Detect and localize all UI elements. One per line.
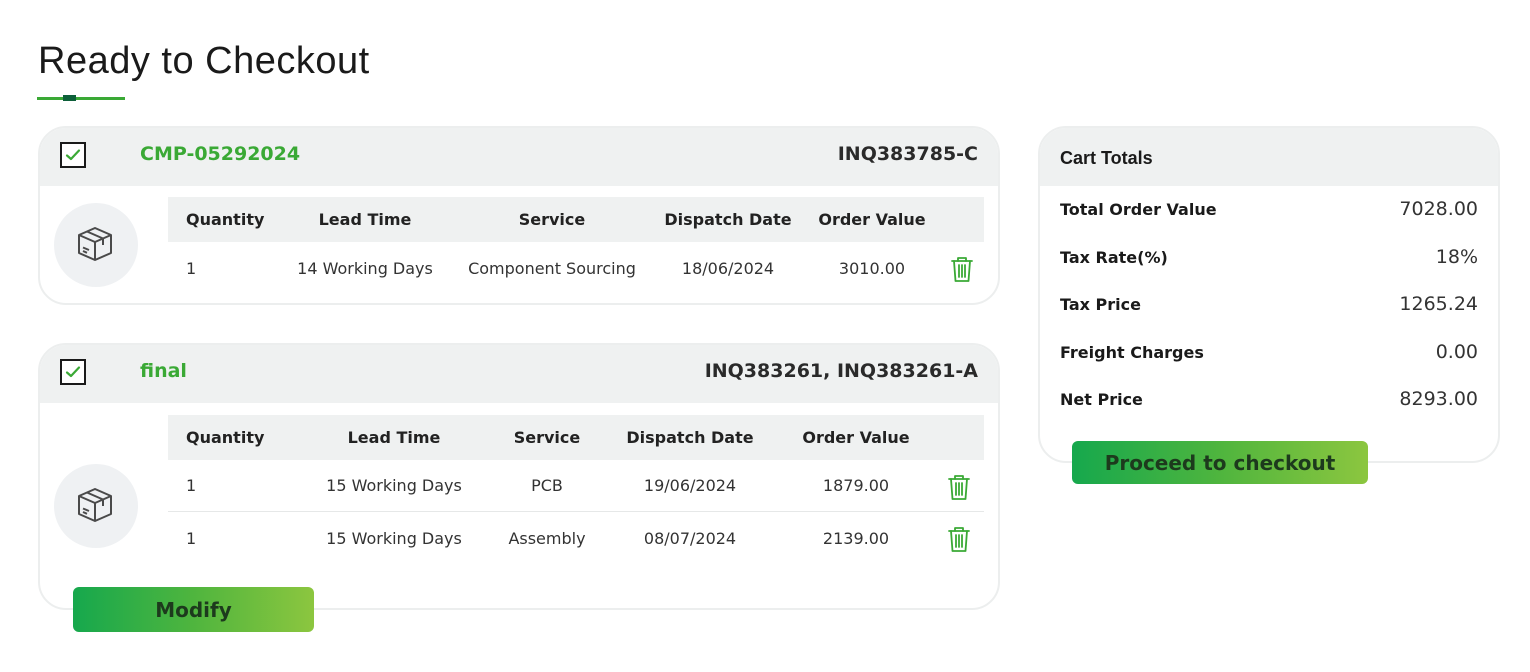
freight-charges-row: Freight Charges 0.00 <box>1060 341 1478 365</box>
totals-value: 0.00 <box>1435 341 1478 363</box>
cell-dispatch-date: 19/06/2024 <box>643 476 737 495</box>
cell-quantity: 1 <box>186 528 197 548</box>
totals-value: 18% <box>1435 246 1478 268</box>
title-underline <box>37 97 125 100</box>
trash-icon[interactable] <box>950 255 974 283</box>
table-row: 1 14 Working Days Component Sourcing 18/… <box>168 242 984 294</box>
order-card-header: final INQ383261, INQ383261-A <box>40 345 998 403</box>
col-dispatch-date: Dispatch Date <box>664 210 792 229</box>
project-name: CMP-05292024 <box>140 143 301 165</box>
page-title: Ready to Checkout <box>38 40 370 82</box>
tax-rate-row: Tax Rate(%) 18% <box>1060 246 1478 270</box>
table-header-row: Quantity Lead Time Service Dispatch Date… <box>168 415 984 460</box>
cell-order-value: 2139.00 <box>822 528 890 548</box>
trash-icon[interactable] <box>947 473 971 501</box>
cell-service: Component Sourcing <box>468 258 636 278</box>
totals-label: Total Order Value <box>1060 200 1217 219</box>
table-header-row: Quantity Lead Time Service Dispatch Date… <box>168 197 984 242</box>
col-service: Service <box>513 428 581 447</box>
order-select-checkbox[interactable] <box>60 359 86 385</box>
totals-label: Net Price <box>1060 390 1143 409</box>
inquiry-ids: INQ383261, INQ383261-A <box>704 360 978 382</box>
cell-service: PCB <box>531 476 563 495</box>
col-lead-time: Lead Time <box>318 210 412 229</box>
totals-value: 8293.00 <box>1399 388 1478 410</box>
cell-quantity: 1 <box>186 476 197 495</box>
totals-label: Tax Price <box>1060 295 1141 314</box>
checkmark-icon <box>65 366 81 378</box>
totals-label: Freight Charges <box>1060 343 1204 362</box>
checkmark-icon <box>65 149 81 161</box>
order-select-checkbox[interactable] <box>60 142 86 168</box>
title-underline-accent <box>63 95 76 101</box>
cell-lead-time: 14 Working Days <box>297 258 433 278</box>
col-quantity: Quantity <box>186 210 265 229</box>
total-order-value-row: Total Order Value 7028.00 <box>1060 198 1478 222</box>
cell-quantity: 1 <box>186 258 197 278</box>
cell-dispatch-date: 08/07/2024 <box>643 528 737 548</box>
net-price-row: Net Price 8293.00 <box>1060 388 1478 412</box>
cell-dispatch-date: 18/06/2024 <box>681 258 775 278</box>
col-order-value: Order Value <box>802 428 910 447</box>
order-card-header: CMP-05292024 INQ383785-C <box>40 128 998 186</box>
col-quantity: Quantity <box>186 428 265 447</box>
col-service: Service <box>518 210 586 229</box>
cart-totals-title: Cart Totals <box>1060 148 1153 168</box>
cell-order-value: 1879.00 <box>822 476 890 495</box>
proceed-to-checkout-button[interactable]: Proceed to checkout <box>1072 441 1368 484</box>
product-thumbnail <box>54 203 138 287</box>
col-dispatch-date: Dispatch Date <box>626 428 754 447</box>
product-thumbnail <box>54 464 138 548</box>
col-order-value: Order Value <box>818 210 926 229</box>
cell-lead-time: 15 Working Days <box>326 476 462 495</box>
col-lead-time: Lead Time <box>347 428 441 447</box>
items-table: Quantity Lead Time Service Dispatch Date… <box>168 415 984 564</box>
cell-service: Assembly <box>508 528 586 548</box>
modify-button[interactable]: Modify <box>73 587 314 632</box>
totals-value: 7028.00 <box>1399 198 1478 220</box>
totals-value: 1265.24 <box>1399 293 1478 315</box>
order-card: final INQ383261, INQ383261-A Quantity Le… <box>38 343 1000 610</box>
inquiry-ids: INQ383785-C <box>837 143 978 165</box>
cart-totals-panel: Cart Totals Total Order Value 7028.00 Ta… <box>1038 126 1500 463</box>
project-name: final <box>140 360 187 382</box>
tax-price-row: Tax Price 1265.24 <box>1060 293 1478 317</box>
table-row: 1 15 Working Days Assembly 08/07/2024 21… <box>168 512 984 564</box>
items-table: Quantity Lead Time Service Dispatch Date… <box>168 197 984 294</box>
package-box-icon <box>78 488 112 522</box>
totals-label: Tax Rate(%) <box>1060 248 1168 267</box>
trash-icon[interactable] <box>947 525 971 553</box>
cart-totals-header: Cart Totals <box>1040 128 1498 186</box>
table-row: 1 15 Working Days PCB 19/06/2024 1879.00 <box>168 460 984 512</box>
cell-order-value: 3010.00 <box>838 258 906 278</box>
cell-lead-time: 15 Working Days <box>326 528 462 548</box>
order-card: CMP-05292024 INQ383785-C Quantity Lead T… <box>38 126 1000 305</box>
package-box-icon <box>78 227 112 261</box>
